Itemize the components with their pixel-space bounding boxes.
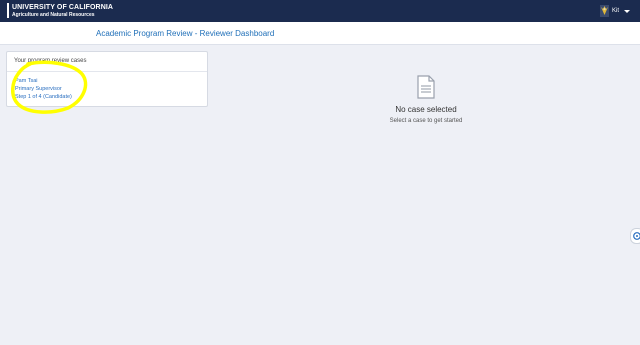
user-avatar-icon <box>599 5 609 17</box>
yellow-highlight-annotation <box>11 60 88 114</box>
logo-line-2: Agriculture and Natural Resources <box>12 12 95 18</box>
top-bar: UNIVERSITY OF CALIFORNIA Agriculture and… <box>0 0 640 22</box>
user-menu[interactable]: Kit <box>599 5 630 17</box>
empty-state: No case selected Select a case to get st… <box>346 75 506 124</box>
accessibility-widget[interactable] <box>630 228 640 244</box>
document-icon <box>417 75 435 99</box>
chevron-down-icon[interactable] <box>624 9 630 13</box>
accessibility-icon <box>633 232 640 240</box>
empty-state-title: No case selected <box>395 105 457 114</box>
user-name: Kit <box>611 8 619 14</box>
page-header: Academic Program Review - Reviewer Dashb… <box>0 22 640 45</box>
page-title: Academic Program Review - Reviewer Dashb… <box>96 29 275 38</box>
uc-anr-logo[interactable]: UNIVERSITY OF CALIFORNIA Agriculture and… <box>7 3 113 19</box>
empty-state-subtitle: Select a case to get started <box>389 118 463 124</box>
logo-line-1: UNIVERSITY OF CALIFORNIA <box>12 4 114 11</box>
